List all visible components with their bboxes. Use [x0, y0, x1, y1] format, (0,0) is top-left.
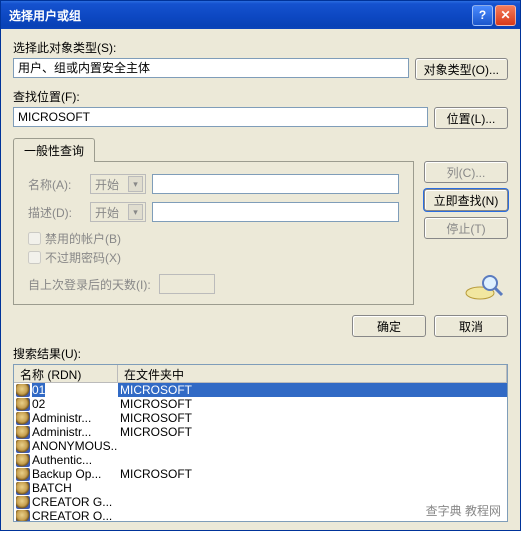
find-now-button[interactable]: 立即查找(N)	[424, 189, 508, 211]
desc-match-combo[interactable]: 开始 ▾	[90, 202, 146, 222]
row-folder: MICROSOFT	[118, 425, 507, 439]
name-match-combo[interactable]: 开始 ▾	[90, 174, 146, 194]
name-match-value: 开始	[95, 176, 119, 193]
disabled-accounts-check[interactable]	[28, 232, 41, 245]
row-name: 02	[32, 397, 45, 411]
row-name: Administr...	[32, 425, 91, 439]
right-button-column: 列(C)... 立即查找(N) 停止(T)	[424, 137, 508, 305]
disabled-accounts-checkbox[interactable]: 禁用的帐户(B)	[28, 230, 399, 247]
days-since-spinner[interactable]	[159, 274, 215, 294]
table-row[interactable]: 02 MICROSOFT	[14, 397, 507, 411]
location-field: MICROSOFT	[13, 107, 428, 127]
row-name: CREATOR G...	[32, 495, 112, 509]
nonexpiring-password-checkbox[interactable]: 不过期密码(X)	[28, 249, 399, 266]
find-icon	[462, 271, 506, 305]
table-row[interactable]: Authentic...	[14, 453, 507, 467]
window-title: 选择用户或组	[9, 7, 472, 24]
row-folder: MICROSOFT	[118, 383, 507, 397]
row-name: Backup Op...	[32, 467, 101, 481]
row-folder: MICROSOFT	[118, 411, 507, 425]
user-icon	[16, 426, 30, 439]
object-type-label: 选择此对象类型(S):	[13, 39, 508, 56]
days-since-label: 自上次登录后的天数(I):	[28, 276, 151, 293]
row-folder: MICROSOFT	[118, 467, 507, 481]
help-button[interactable]: ?	[472, 5, 493, 26]
column-name[interactable]: 名称 (RDN)	[14, 365, 118, 382]
titlebar[interactable]: 选择用户或组 ? ✕	[1, 1, 520, 29]
user-icon	[16, 468, 30, 481]
user-icon	[16, 482, 30, 495]
tab-general-query[interactable]: 一般性查询	[13, 138, 95, 162]
results-listview[interactable]: 名称 (RDN) 在文件夹中 01MICROSOFT02MICROSOFTAdm…	[13, 364, 508, 522]
table-row[interactable]: Administr... MICROSOFT	[14, 411, 507, 425]
general-query-panel: 名称(A): 开始 ▾ 描述(D): 开始 ▾	[13, 161, 414, 305]
location-label: 查找位置(F):	[13, 88, 508, 105]
row-name: ANONYMOUS...	[32, 439, 118, 453]
row-name: Administr...	[32, 411, 91, 425]
row-folder: MICROSOFT	[118, 397, 507, 411]
name-input[interactable]	[152, 174, 399, 194]
table-row[interactable]: Administr... MICROSOFT	[14, 425, 507, 439]
name-label: 名称(A):	[28, 176, 84, 193]
columns-button[interactable]: 列(C)...	[424, 161, 508, 183]
table-row[interactable]: 01 MICROSOFT	[14, 383, 507, 397]
desc-match-value: 开始	[95, 204, 119, 221]
object-types-button[interactable]: 对象类型(O)...	[415, 58, 508, 80]
table-row[interactable]: Backup Op... MICROSOFT	[14, 467, 507, 481]
row-name: Authentic...	[32, 453, 92, 467]
cancel-button[interactable]: 取消	[434, 315, 508, 337]
row-name: BATCH	[32, 481, 72, 495]
titlebar-buttons: ? ✕	[472, 5, 516, 26]
user-icon	[16, 510, 30, 523]
nonexpiring-password-check[interactable]	[28, 251, 41, 264]
user-icon	[16, 398, 30, 411]
table-row[interactable]: ANONYMOUS...	[14, 439, 507, 453]
locations-button[interactable]: 位置(L)...	[434, 107, 508, 129]
chevron-down-icon: ▾	[128, 204, 143, 220]
select-users-groups-dialog: 选择用户或组 ? ✕ 选择此对象类型(S): 用户、组或内置安全主体 对象类型(…	[0, 0, 521, 531]
user-icon	[16, 384, 30, 397]
user-icon	[16, 412, 30, 425]
user-icon	[16, 440, 30, 453]
table-row[interactable]: BATCH	[14, 481, 507, 495]
desc-label: 描述(D):	[28, 204, 84, 221]
row-name: CREATOR O...	[32, 509, 112, 522]
results-header[interactable]: 名称 (RDN) 在文件夹中	[14, 365, 507, 383]
ok-button[interactable]: 确定	[352, 315, 426, 337]
stop-button[interactable]: 停止(T)	[424, 217, 508, 239]
desc-input[interactable]	[152, 202, 399, 222]
column-folder[interactable]: 在文件夹中	[118, 365, 507, 382]
user-icon	[16, 496, 30, 509]
user-icon	[16, 454, 30, 467]
row-name: 01	[32, 383, 45, 397]
watermark: 查字典 教程网	[424, 502, 503, 519]
results-label: 搜索结果(U):	[13, 345, 508, 362]
chevron-down-icon: ▾	[128, 176, 143, 192]
object-type-field: 用户、组或内置安全主体	[13, 58, 409, 78]
dialog-body: 选择此对象类型(S): 用户、组或内置安全主体 对象类型(O)... 查找位置(…	[1, 29, 520, 530]
close-button[interactable]: ✕	[495, 5, 516, 26]
